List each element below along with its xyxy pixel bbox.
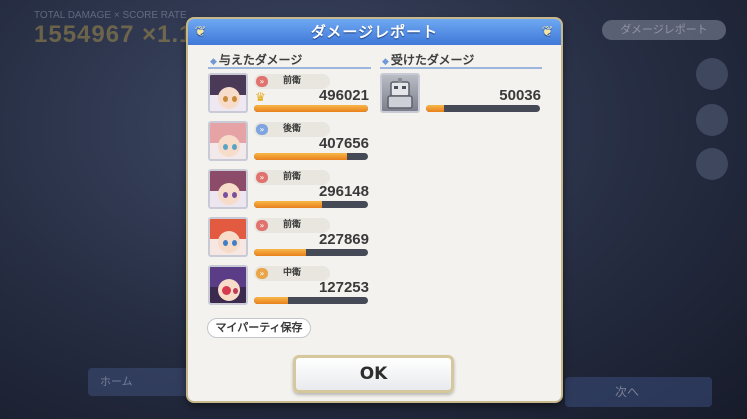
position-label: 前衛 [282, 172, 301, 182]
character-portrait[interactable] [208, 73, 248, 113]
dealt-divider [208, 67, 371, 69]
damage-value: 496021 [318, 87, 369, 104]
damage-bar-fill [254, 153, 348, 160]
enemy-portrait[interactable] [380, 73, 420, 113]
background-next-button: 次へ [565, 377, 712, 407]
character-portrait[interactable] [208, 217, 248, 257]
background-score: TOTAL DAMAGE × SCORE RATE 1554967 ×1.1 [34, 10, 193, 49]
ornament-icon: ❦ [194, 24, 208, 40]
received-damage-bar [426, 105, 540, 112]
damage-bar [254, 249, 368, 256]
character-portrait[interactable] [208, 121, 248, 161]
damage-value: 296148 [318, 183, 369, 200]
dialog-header: ❦ ダメージレポート ❦ [188, 19, 561, 45]
character-row: 前衛 » 296148 [208, 169, 371, 213]
position-label: 前衛 [282, 76, 301, 86]
received-damage-header: ◆ 受けたダメージ [382, 51, 474, 68]
dealt-damage-header-label: 与えたダメージ [218, 53, 303, 67]
dealt-damage-header: ◆ 与えたダメージ [210, 51, 302, 68]
position-label: 中衛 [282, 268, 301, 278]
damage-bar [254, 153, 368, 160]
front-position-icon: » [256, 76, 268, 87]
damage-value: 407656 [318, 135, 369, 152]
damage-bar [254, 105, 368, 112]
received-damage-value: 50036 [499, 87, 541, 104]
damage-bar-fill [254, 297, 289, 304]
background-report-pill: ダメージレポート [602, 20, 726, 40]
background-round-icon [696, 58, 728, 90]
diamond-icon: ◆ [382, 57, 389, 67]
back-position-icon: » [256, 124, 268, 135]
received-divider [380, 67, 542, 69]
position-label: 前衛 [282, 220, 301, 230]
damage-bar [254, 201, 368, 208]
damage-value: 227869 [318, 231, 369, 248]
damage-value: 127253 [318, 279, 369, 296]
diamond-icon: ◆ [210, 57, 217, 67]
damage-bar-fill [254, 201, 323, 208]
background-round-icon [696, 104, 728, 136]
ornament-icon: ❦ [541, 24, 555, 40]
background-round-icon [696, 148, 728, 180]
background-score-caption: TOTAL DAMAGE × SCORE RATE [34, 10, 187, 21]
crown-icon: ♛ [255, 90, 266, 104]
damage-bar-fill [254, 105, 368, 112]
background-left-button: ホーム [88, 368, 198, 396]
damage-bar [254, 297, 368, 304]
save-my-party-button[interactable]: マイパーティ保存 [207, 318, 311, 338]
character-row: 中衛 » 127253 [208, 265, 371, 309]
character-portrait[interactable] [208, 169, 248, 209]
robot-icon [387, 78, 413, 109]
character-portrait[interactable] [208, 265, 248, 305]
damage-bar-fill [254, 249, 307, 256]
ok-button[interactable]: OK [293, 355, 454, 393]
received-damage-bar-fill [426, 105, 445, 112]
middle-position-icon: » [256, 268, 268, 279]
dialog-title: ダメージレポート [310, 23, 439, 41]
character-row: 前衛 » 227869 [208, 217, 371, 261]
character-row: 後衛 » 407656 [208, 121, 371, 165]
position-label: 後衛 [282, 124, 301, 134]
front-position-icon: » [256, 172, 268, 183]
enemy-row: 50036 [380, 73, 543, 117]
front-position-icon: » [256, 220, 268, 231]
received-damage-header-label: 受けたダメージ [390, 53, 475, 67]
background-score-value: 1554967 ×1.1 [34, 21, 194, 48]
character-row: 前衛 » ♛ 496021 [208, 73, 371, 117]
